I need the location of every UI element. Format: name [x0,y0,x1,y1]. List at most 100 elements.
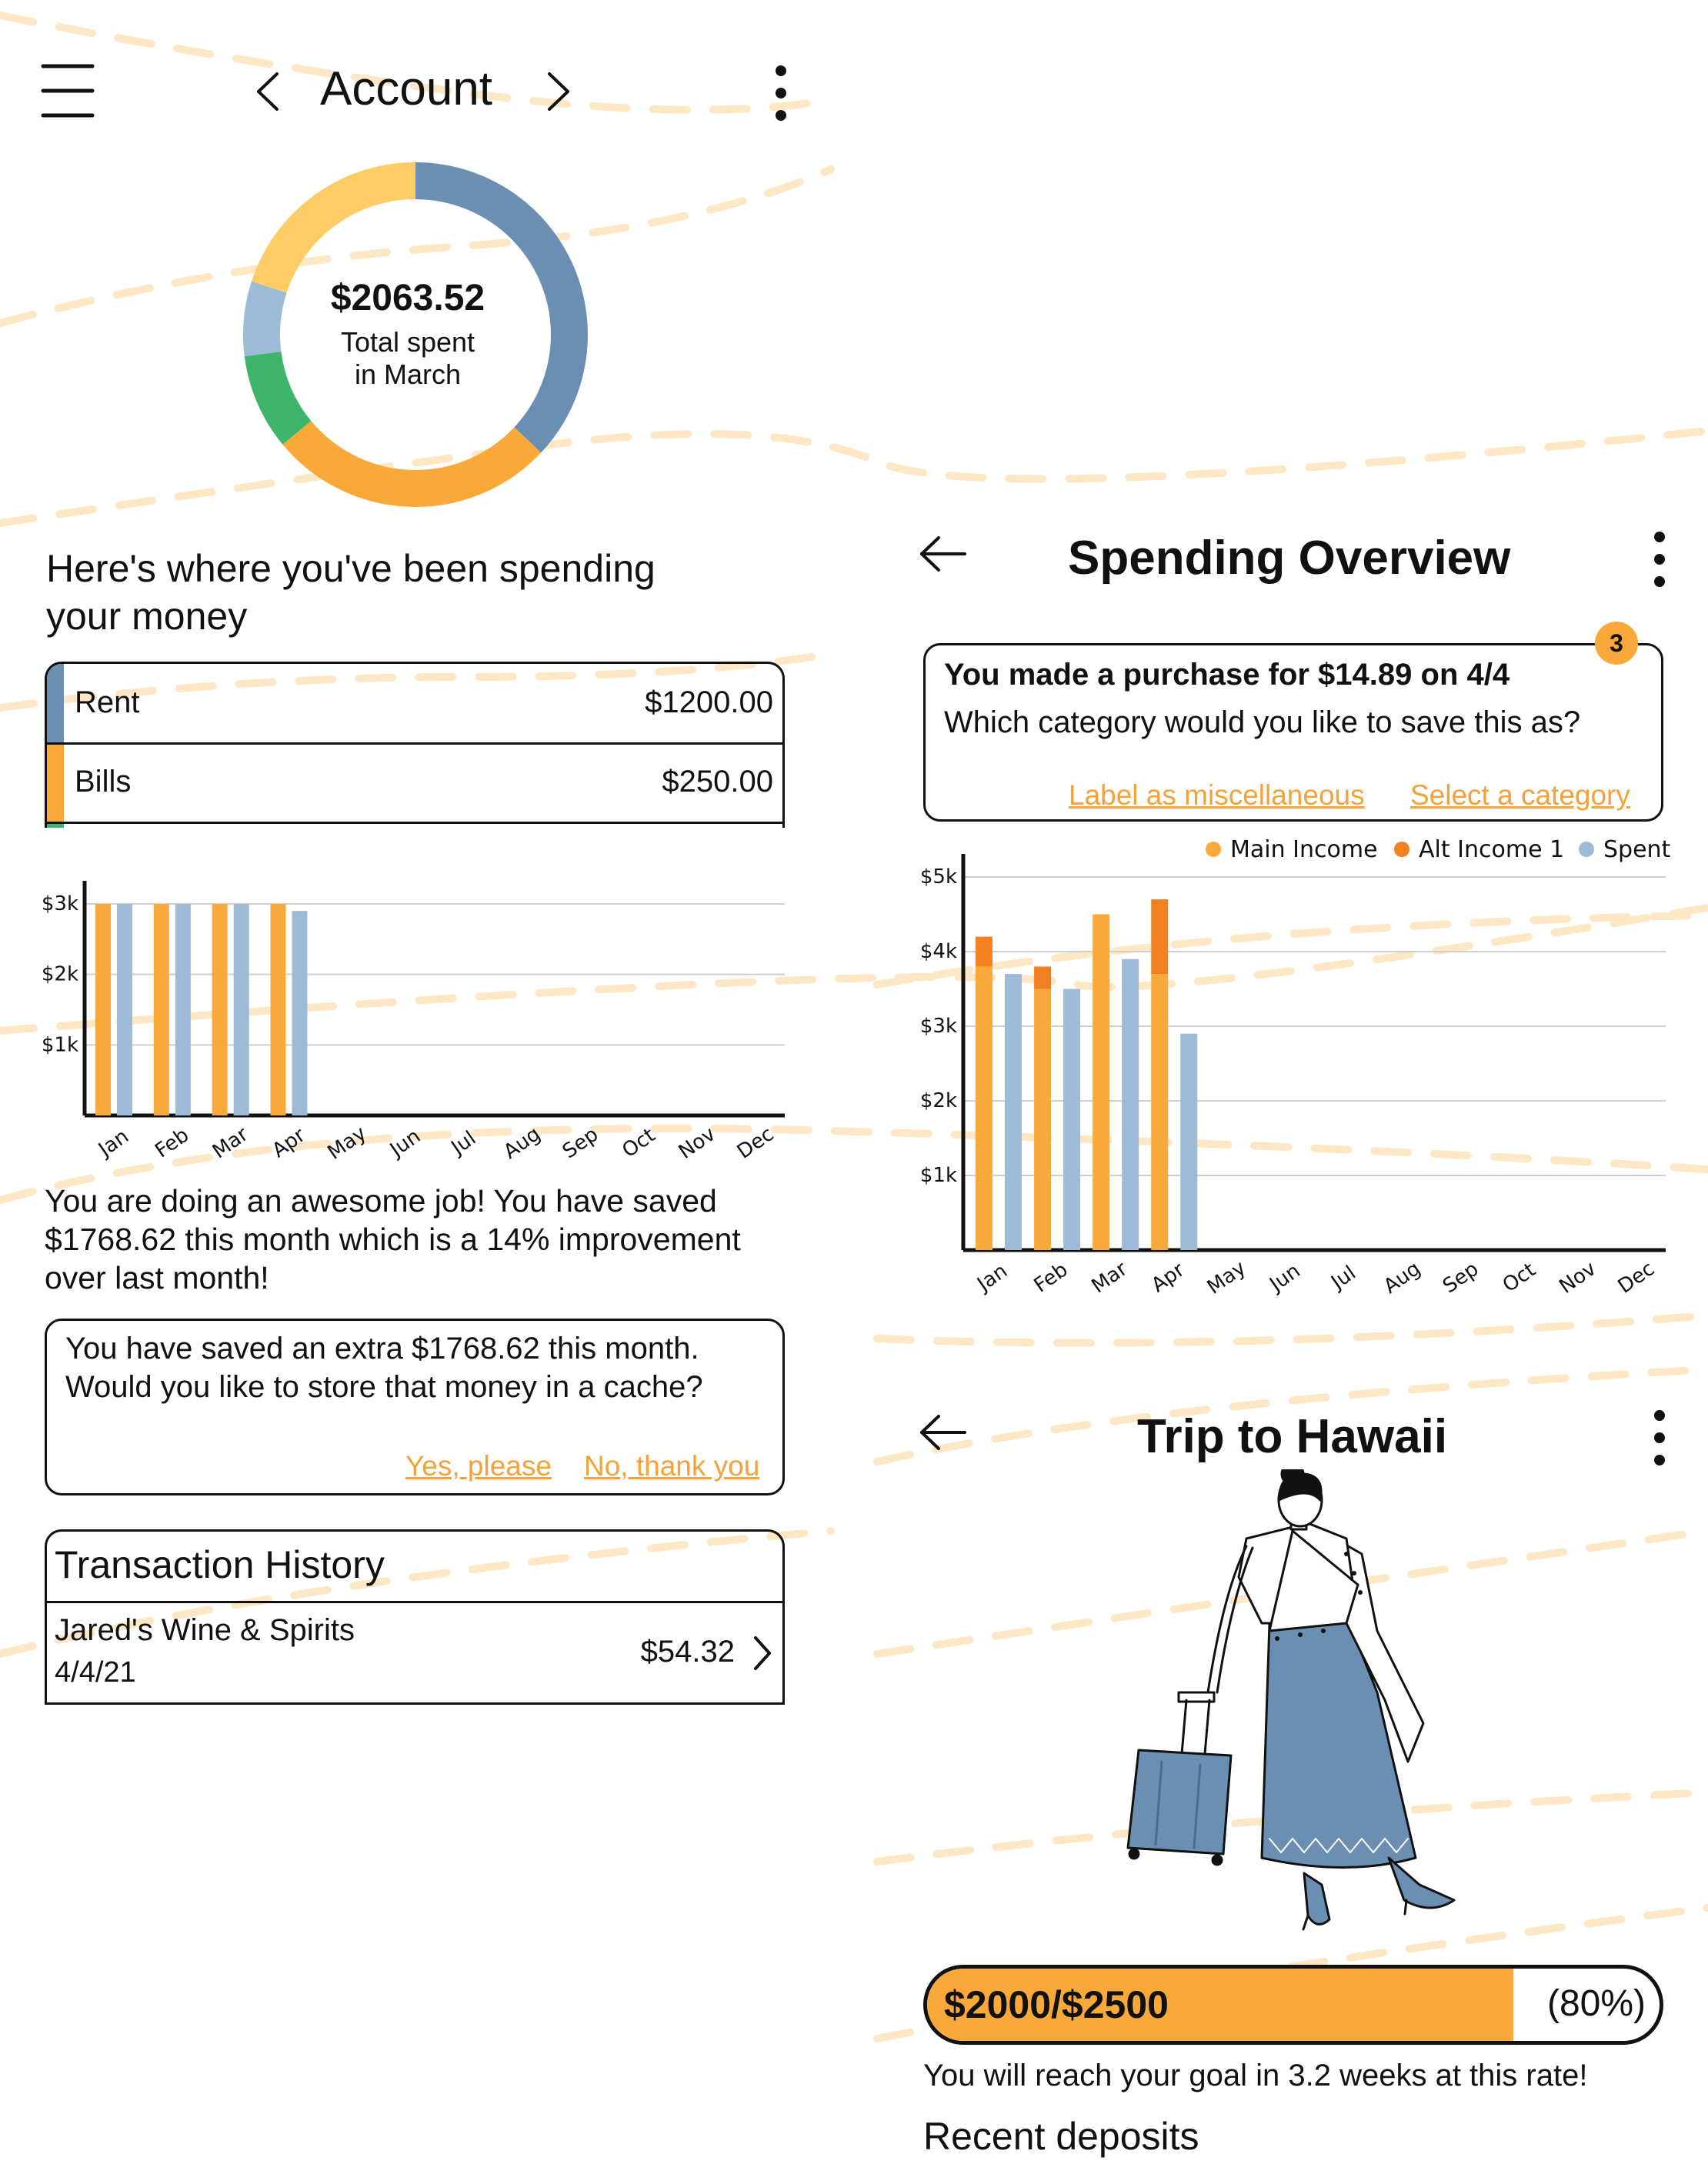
more-vertical-icon[interactable] [769,65,792,122]
hamburger-menu-icon[interactable] [40,62,95,120]
notification-line2: Which category would you like to save th… [944,705,1581,739]
category-amount: $250.00 [662,765,773,799]
recent-deposits-heading: Recent deposits [923,2115,1199,2158]
label-miscellaneous-link[interactable]: Label as miscellaneous [1069,779,1365,812]
chevron-right-icon[interactable] [752,1635,773,1672]
donut-caption-line1: Total spent [340,326,475,358]
bar [95,904,111,1115]
cache-yes-link[interactable]: Yes, please [405,1450,552,1482]
progress-percent-label: (80%) [1546,1983,1646,2024]
savings-goal-progress-bar: $2000/$2500 (80%) [923,1965,1663,2045]
donut-slice [243,281,287,357]
divider [47,1601,782,1603]
donut-slice [282,420,542,507]
progress-amount-label: $2000/$2500 [944,1983,1169,2026]
category-label: Bills [75,765,132,799]
x-category-label: Jul [446,1127,481,1161]
bar [117,904,132,1115]
x-category-label: Oct [1499,1259,1540,1297]
x-category-label: Apr [268,1124,309,1163]
bar [175,904,191,1115]
y-tick-label: $1k [920,1164,957,1187]
bar [292,911,308,1115]
x-category-label: Jan [93,1125,133,1162]
category-label: Rent [75,685,140,719]
more-vertical-icon[interactable] [1648,531,1671,588]
cache-prompt-card: You have saved an extra $1768.62 this mo… [45,1319,785,1495]
x-category-label: Oct [618,1124,659,1162]
x-category-label: Mar [208,1122,253,1163]
y-tick-label: $2k [42,963,78,986]
y-tick-label: $5k [920,865,957,889]
more-vertical-icon[interactable] [1648,1409,1671,1466]
x-category-label: Nov [675,1122,720,1164]
x-category-label: Dec [1614,1257,1659,1298]
x-category-label: May [324,1122,371,1164]
x-category-label: Aug [1379,1257,1425,1299]
spending-heading-line1: Here's where you've been spending [46,547,656,590]
x-category-label: Sep [1439,1258,1483,1299]
income-vs-spent-bar-chart: $1k $2k $3k $4k $5k Jan Feb Mar Apr May Jun Jul Aug S… [920,836,1671,1299]
x-category-label: Nov [1555,1257,1600,1299]
savings-message-line1: You are doing an awesome job! You have s… [45,1183,717,1219]
traveler-with-suitcase-illustration [1126,1469,1456,1931]
transaction-amount: $54.32 [640,1635,735,1669]
bar-spent [1063,989,1081,1250]
arrow-left-icon[interactable] [919,535,968,572]
transaction-row[interactable]: Jared's Wine & Spirits 4/4/21 $54.32 [47,1604,782,1705]
bar-spent [1005,974,1022,1250]
legend-marker [1394,842,1409,857]
x-category-label: Jan [972,1259,1012,1297]
legend-label: Spent [1603,836,1671,863]
category-color-swatch [47,664,64,742]
category-list: Rent $1200.00 Bills $250.00 [45,662,785,828]
x-category-label: Apr [1147,1259,1189,1298]
x-category-label: Feb [151,1124,193,1163]
goal-estimate-text: You will reach your goal in 3.2 weeks at… [923,2059,1588,2092]
savings-message-line2: $1768.62 this month which is a 14% impro… [45,1222,741,1257]
savings-message-line3: over last month! [45,1260,269,1295]
bar-alt-income [1034,966,1052,989]
page-title: Trip to Hawaii [1137,1410,1448,1463]
bar-main-income [1151,974,1169,1250]
category-color-swatch [47,824,64,828]
bar-spent [1180,1033,1198,1250]
select-category-link[interactable]: Select a category [1410,779,1630,812]
donut-total-amount: $2063.52 [330,278,485,318]
bar-main-income [976,966,992,1250]
chevron-left-icon[interactable] [254,71,282,112]
category-row-rent[interactable]: Rent $1200.00 [47,664,782,745]
cache-prompt-line2: Would you like to store that money in a … [65,1370,703,1404]
y-tick-label: $2k [920,1089,957,1112]
bar [153,904,169,1115]
legend-marker [1206,842,1221,857]
chevron-right-icon[interactable] [545,71,572,112]
y-tick-label: $1k [42,1033,78,1056]
legend-marker [1579,842,1594,857]
x-category-label: Jul [1326,1262,1360,1295]
bar-main-income [1034,989,1052,1250]
x-category-label: Mar [1088,1257,1133,1298]
page-title: Account [320,62,493,115]
bar-main-income [1093,914,1110,1250]
x-category-label: Aug [499,1122,545,1164]
legend-label: Main Income [1230,836,1378,863]
category-color-swatch [47,745,64,822]
category-row-bills[interactable]: Bills $250.00 [47,745,782,824]
cache-prompt-line1: You have saved an extra $1768.62 this mo… [65,1332,699,1365]
category-amount: $1200.00 [645,685,773,719]
bar [212,904,228,1115]
donut-caption-line2: in March [354,358,462,390]
y-tick-label: $3k [920,1015,957,1038]
purchase-notification-card: You made a purchase for $14.89 on 4/4 Wh… [923,643,1663,822]
notification-count-badge: 3 [1595,622,1638,665]
arrow-left-icon[interactable] [919,1414,968,1451]
x-category-label: May [1203,1256,1250,1299]
donut-slice [251,162,416,294]
transaction-history-title: Transaction History [55,1543,385,1586]
y-tick-label: $3k [42,892,78,915]
bar-alt-income [976,936,992,967]
monthly-savings-bar-chart: $1k $2k $3k Jan Feb Mar Apr May Jun Jul Aug Sep Oct N… [42,881,785,1165]
notification-line1: You made a purchase for $14.89 on 4/4 [944,658,1510,692]
cache-no-link[interactable]: No, thank you [584,1450,759,1482]
